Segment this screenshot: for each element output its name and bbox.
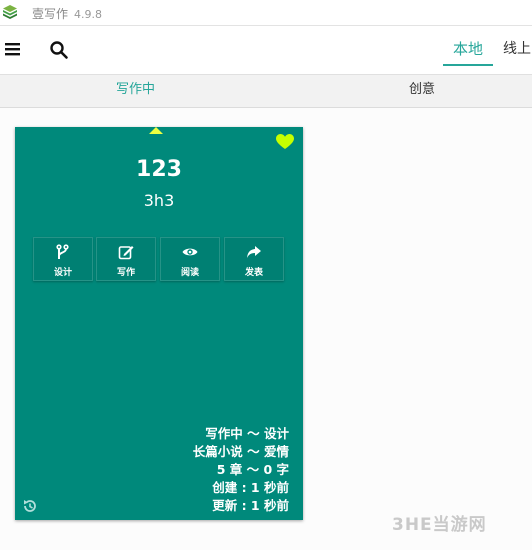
tab-online[interactable]: 线上 [503,36,532,64]
watermark-logo: 3HE当游网 [392,515,487,535]
status-line: 写作中 ～ 设计 [205,426,289,441]
heart-icon[interactable] [276,134,294,150]
title-bar: 壹写作 4.9.8 [0,0,532,26]
status-tabs: 写作中 创意 [0,74,532,108]
design-label: 设计 [53,268,72,278]
publish-button[interactable]: 发表 [224,237,284,281]
genre-line: 长篇小说 ～ 爱情 [192,444,289,459]
share-icon [247,246,261,258]
menu-icon[interactable] [4,40,22,58]
tab-idea[interactable]: 创意 [409,75,435,107]
tab-local[interactable]: 本地 [443,36,493,66]
design-button[interactable]: 设计 [33,237,93,281]
book-meta: 写作中 ～ 设计 长篇小说 ～ 爱情 5 章 ～ 0 字 创建 : 1 秒前 更… [193,425,289,515]
read-button[interactable]: 阅读 [160,237,220,281]
write-button[interactable]: 写作 [96,237,156,281]
publish-label: 发表 [244,268,263,278]
caret-up-icon [149,120,163,134]
created-line: 创建 : 1 秒前 [212,480,289,495]
search-icon[interactable] [49,40,69,60]
history-icon[interactable] [22,498,38,514]
book-subtitle: 3h3 [143,191,175,210]
updated-line: 更新 : 1 秒前 [212,498,289,513]
edit-icon [118,246,134,260]
app-title: 壹写作 4.9.8 [32,7,103,21]
tab-writing[interactable]: 写作中 [116,75,155,107]
book-actions: 设计 写作 阅读 发表 [33,237,285,281]
count-line: 5 章 ～ 0 字 [216,462,289,477]
app-version: 4.9.8 [74,8,103,21]
write-label: 写作 [116,268,135,278]
app-logo-icon [3,5,17,19]
book-title: 123 [136,157,182,182]
read-label: 阅读 [180,268,199,278]
branch-icon [56,244,69,259]
book-card[interactable]: 123 3h3 设计 写作 阅读 发表 写作中 ～ 设计 长篇小说 ～ 爱情 5… [15,127,303,520]
eye-icon [182,248,198,256]
toolbar: 本地 线上 [0,26,532,74]
